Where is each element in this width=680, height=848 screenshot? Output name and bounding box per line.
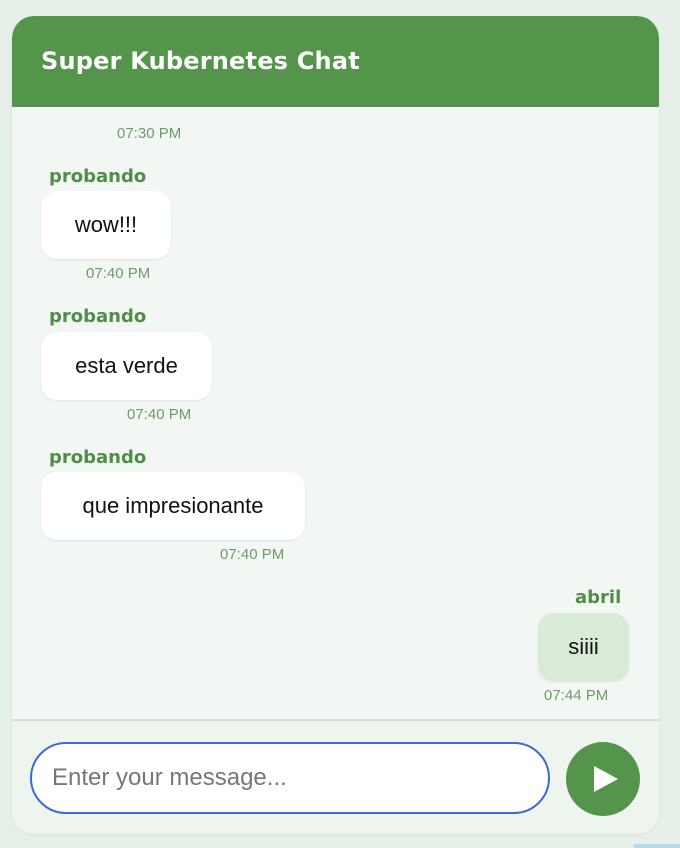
message-list[interactable]: 07:30 PM probando wow!!! 07:40 PM proban… <box>12 107 659 719</box>
message-time: 07:40 PM <box>127 406 192 423</box>
message-bubble: wow!!! <box>41 191 171 259</box>
chat-title: Super Kubernetes Chat <box>41 47 360 75</box>
message-bubble: esta verde <box>41 332 212 400</box>
message-composer <box>12 721 659 834</box>
message-time: 07:30 PM <box>117 125 182 142</box>
message-time: 07:44 PM <box>544 687 609 704</box>
message-bubble: siiii <box>538 613 629 681</box>
message-sender: abril <box>575 587 622 608</box>
send-button[interactable] <box>566 742 640 816</box>
message-sender: probando <box>49 166 147 187</box>
message-bubble: que impresionante <box>41 472 305 540</box>
send-icon <box>594 766 618 792</box>
message-input[interactable] <box>30 742 550 814</box>
message-time: 07:40 PM <box>86 265 151 282</box>
message-time: 07:40 PM <box>220 546 285 563</box>
chat-window: Super Kubernetes Chat 07:30 PM probando … <box>12 16 659 834</box>
message-sender: probando <box>49 306 147 327</box>
page-edge-highlight <box>634 844 680 848</box>
chat-header: Super Kubernetes Chat <box>12 16 659 107</box>
message-sender: probando <box>49 447 147 468</box>
